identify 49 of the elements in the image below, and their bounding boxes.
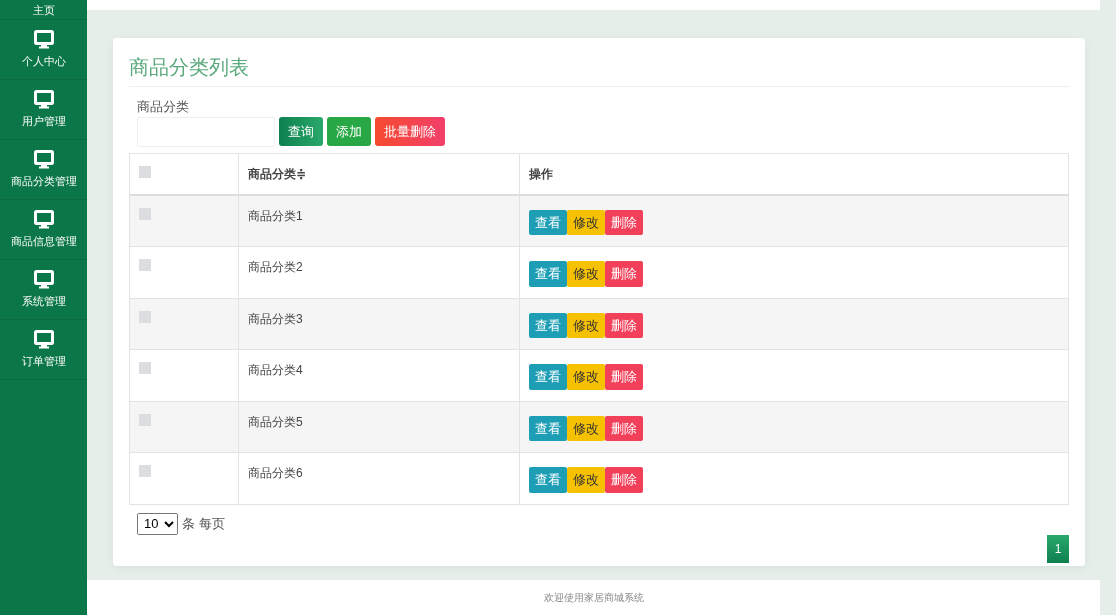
sidebar-item[interactable]: 系统管理: [0, 260, 87, 320]
page-size-label: 条 每页: [182, 514, 225, 533]
row-checkbox[interactable]: [139, 413, 151, 426]
view-button[interactable]: 查看: [529, 364, 567, 390]
edit-button[interactable]: 修改: [567, 209, 605, 235]
select-all-checkbox[interactable]: [139, 165, 151, 178]
delete-button[interactable]: 删除: [605, 312, 643, 338]
page-title: 商品分类列表: [129, 50, 1069, 87]
table-cell: 商品分类6: [248, 466, 303, 480]
sidebar-item[interactable]: 商品分类管理: [0, 140, 87, 200]
query-button[interactable]: 查询: [279, 116, 323, 147]
table-cell: 商品分类4: [248, 363, 303, 377]
column-header: 操作: [529, 166, 553, 181]
add-button[interactable]: 添加: [327, 116, 371, 147]
sidebar-item[interactable]: 个人中心: [0, 20, 87, 80]
sidebar-item[interactable]: 主页: [0, 0, 87, 20]
view-button[interactable]: 查看: [529, 209, 567, 235]
edit-button[interactable]: 修改: [567, 364, 605, 390]
view-button[interactable]: 查看: [529, 467, 567, 493]
page-size-select[interactable]: 10: [137, 512, 178, 535]
delete-button[interactable]: 删除: [605, 209, 643, 235]
edit-button[interactable]: 修改: [567, 415, 605, 441]
row-checkbox[interactable]: [139, 465, 151, 477]
view-button[interactable]: 查看: [529, 312, 567, 338]
footer-text: 欢迎使用家居商城系统: [87, 580, 1100, 615]
view-button[interactable]: 查看: [529, 415, 567, 441]
batch-delete-button[interactable]: 批量删除: [375, 116, 445, 147]
sidebar-item[interactable]: 用户管理: [0, 80, 87, 140]
column-header[interactable]: 商品分类≑: [248, 166, 307, 181]
page-button[interactable]: 1: [1047, 534, 1069, 563]
table-cell: 商品分类5: [248, 414, 303, 429]
row-checkbox[interactable]: [139, 207, 151, 220]
table-cell: 商品分类1: [248, 208, 303, 223]
row-checkbox[interactable]: [139, 362, 151, 374]
table-cell: 商品分类2: [248, 260, 303, 274]
table-cell: 商品分类3: [248, 311, 303, 326]
edit-button[interactable]: 修改: [567, 312, 605, 338]
edit-button[interactable]: 修改: [567, 261, 605, 287]
row-checkbox[interactable]: [139, 310, 151, 323]
search-label: 商品分类: [137, 98, 190, 116]
row-checkbox[interactable]: [139, 259, 151, 271]
edit-button[interactable]: 修改: [567, 467, 605, 493]
sidebar-item[interactable]: 订单管理: [0, 320, 87, 380]
delete-button[interactable]: 删除: [605, 415, 643, 441]
delete-button[interactable]: 删除: [605, 364, 643, 390]
view-button[interactable]: 查看: [529, 261, 567, 287]
delete-button[interactable]: 删除: [605, 261, 643, 287]
delete-button[interactable]: 删除: [605, 467, 643, 493]
sidebar-item[interactable]: 商品信息管理: [0, 200, 87, 260]
